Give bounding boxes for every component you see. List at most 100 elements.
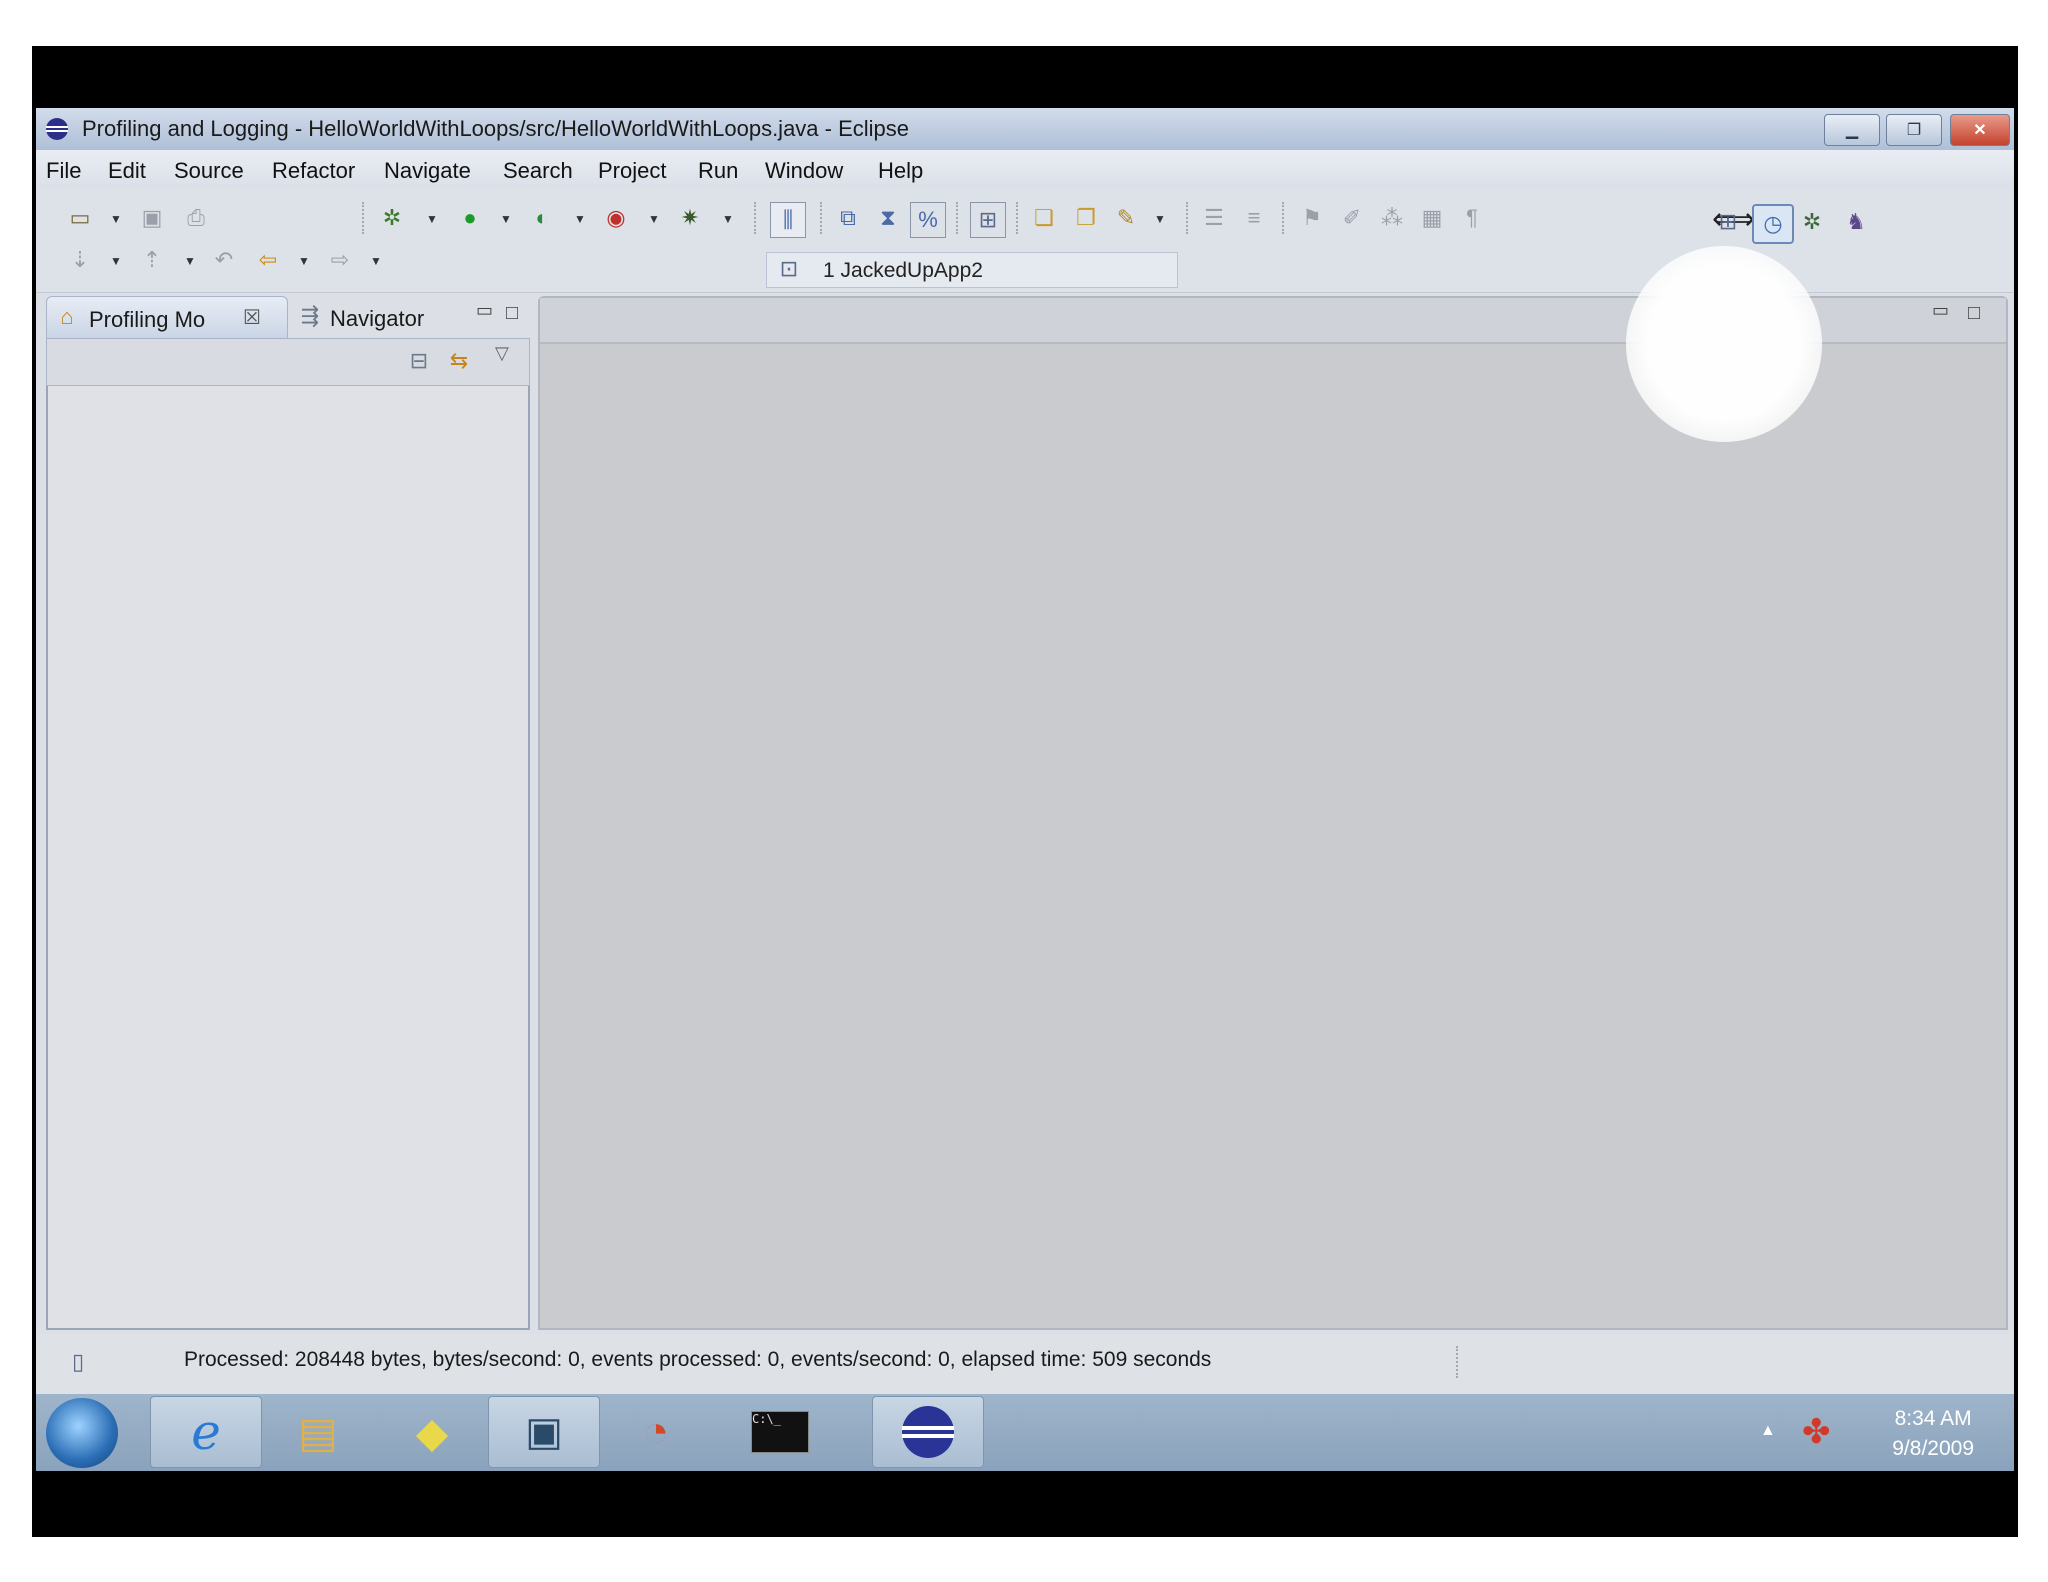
print-icon[interactable]: ⎙ [182,204,210,232]
external-tools-icon[interactable]: ✷ [676,204,704,232]
paragraph-icon[interactable]: ¶ [1458,204,1486,232]
taskbar-internet-explorer[interactable]: e [150,1396,262,1468]
import-folder-icon[interactable]: ❐ [1072,204,1100,232]
save-icon[interactable]: ▣ [138,204,166,232]
close-tab-icon[interactable]: ☒ [243,305,261,330]
minimize-view-icon[interactable]: ▭ [476,300,493,321]
open-type-icon[interactable]: ⧉ [834,204,862,232]
coverage-dropdown-icon[interactable]: ▼ [648,212,660,226]
previous-annotation-icon[interactable]: ⇡ [138,246,166,274]
menu-refactor[interactable]: Refactor [272,158,355,184]
forward-icon[interactable]: ⇨ [326,246,354,274]
maximize-view-icon[interactable]: □ [506,302,518,325]
tab-profiling-monitor[interactable]: ⌂ Profiling Mo ☒ [46,296,288,339]
minimize-icon: ▁ [1845,122,1859,139]
block-icon[interactable]: ▦ [1418,204,1446,232]
start-orb[interactable] [46,1398,118,1468]
menu-bar: File Edit Source Refactor Navigate Searc… [36,150,2014,188]
minimize-editor-icon[interactable]: ▭ [1932,300,1949,321]
remote-desktop-icon: ▣ [525,1410,563,1454]
pen-tool-dropdown-icon[interactable]: ▼ [1154,212,1166,226]
profiling-perspective-icon[interactable]: ◷ [1752,204,1794,244]
run-dropdown-icon[interactable]: ▼ [500,212,512,226]
separator [754,202,756,234]
separator [1282,202,1284,234]
windows-explorer-icon: ▤ [298,1408,338,1456]
profiling-monitor-tree[interactable] [46,386,530,1330]
analysis-icon[interactable]: ⫼ [770,202,806,238]
tab-profiling-monitor-label: Profiling Mo [89,307,206,332]
menu-navigate[interactable]: Navigate [384,158,471,184]
annotation-icon[interactable]: ⚑ [1298,204,1326,232]
open-perspective-icon[interactable]: ⊞ [1714,208,1742,236]
profile-dropdown-icon[interactable]: ▼ [574,212,586,226]
clock-time: 8:34 AM [1894,1407,1972,1430]
taskbar-performance[interactable]: ◔ [600,1396,712,1468]
hierarchy-icon[interactable]: ⊞ [970,202,1006,238]
next-annotation-dropdown-icon[interactable]: ▼ [110,254,122,268]
tab-navigator[interactable]: ⇶ Navigator [286,296,456,338]
java-perspective-icon[interactable]: ♞ [1842,208,1870,236]
coverage-icon[interactable]: ◉ [602,204,630,232]
menu-file[interactable]: File [46,158,81,184]
new-icon[interactable]: ▭ [66,204,94,232]
show-hidden-icons-icon[interactable]: ▲ [1760,1422,1776,1440]
previous-annotation-dropdown-icon[interactable]: ▼ [184,254,196,268]
cursor-highlight [1626,246,1822,442]
run-icon[interactable]: ● [456,204,484,232]
fast-view-icon[interactable]: ▯ [64,1348,92,1376]
close-button[interactable]: ✕ [1950,114,2010,146]
debug-dropdown-icon[interactable]: ▼ [426,212,438,226]
pen-tool-icon[interactable]: ✎ [1112,204,1140,232]
forward-dropdown-icon[interactable]: ▼ [370,254,382,268]
status-message: Processed: 208448 bytes, bytes/second: 0… [184,1348,1212,1371]
debug-icon[interactable]: ✲ [378,204,406,232]
restore-button[interactable]: ❐ [1886,114,1942,146]
coverage-report-icon[interactable]: % [910,202,946,238]
link-with-editor-icon[interactable]: ⇆ [445,347,473,375]
editor-area[interactable]: ▭ □ [538,296,2008,1330]
taskbar-remote-desktop[interactable]: ▣ [488,1396,600,1468]
view-menu-icon[interactable]: ▽ [495,343,509,364]
notes-icon[interactable]: ≡ [1240,204,1268,232]
maximize-editor-icon[interactable]: □ [1968,302,1980,325]
menu-window[interactable]: Window [765,158,843,184]
edit-icon[interactable]: ✐ [1338,204,1366,232]
performance-icon: ◔ [642,1407,670,1456]
open-folder-icon[interactable]: ❏ [1030,204,1058,232]
separator [1456,1346,1458,1378]
network-users-icon[interactable]: ✤ [1802,1412,1831,1452]
external-tools-dropdown-icon[interactable]: ▼ [722,212,734,226]
collapse-all-icon[interactable]: ⊟ [405,347,433,375]
menu-project[interactable]: Project [598,158,666,184]
group-icon[interactable]: ⁂ [1378,204,1406,232]
back-icon[interactable]: ⇦ [254,246,282,274]
taskbar-eclipse[interactable] [872,1396,984,1468]
menu-edit[interactable]: Edit [108,158,146,184]
new-dropdown-icon[interactable]: ▼ [110,212,122,226]
minimize-button[interactable]: ▁ [1824,114,1880,146]
eclipse-window: Profiling and Logging - HelloWorldWithLo… [36,108,2014,1394]
tab-navigator-label: Navigator [330,306,425,331]
clock-date: 9/8/2009 [1892,1437,1974,1460]
debug-perspective-icon[interactable]: ✲ [1798,208,1826,236]
taskbar-sticky-notes[interactable]: ◆ [376,1396,488,1468]
menu-run[interactable]: Run [698,158,738,184]
next-annotation-icon[interactable]: ⇣ [66,246,94,274]
open-resource-icon[interactable]: ⧗ [874,204,902,232]
last-edit-icon[interactable]: ↶ [210,246,238,274]
separator [362,202,364,234]
task-list-icon[interactable]: ☰ [1200,204,1228,232]
menu-search[interactable]: Search [503,158,573,184]
menu-source[interactable]: Source [174,158,244,184]
taskbar-windows-explorer[interactable]: ▤ [262,1396,374,1468]
eclipse-icon [902,1406,954,1458]
taskbar-command-prompt[interactable]: C:\_ [724,1396,836,1468]
launch-configuration-selector[interactable]: ⊡ 1 JackedUpApp2 [766,252,1178,288]
separator [956,202,958,234]
system-clock[interactable]: 8:34 AM 9/8/2009 [1892,1404,1974,1464]
menu-help[interactable]: Help [878,158,923,184]
profile-icon[interactable]: ◐ [528,204,556,232]
back-dropdown-icon[interactable]: ▼ [298,254,310,268]
internet-explorer-icon: e [191,1403,221,1461]
